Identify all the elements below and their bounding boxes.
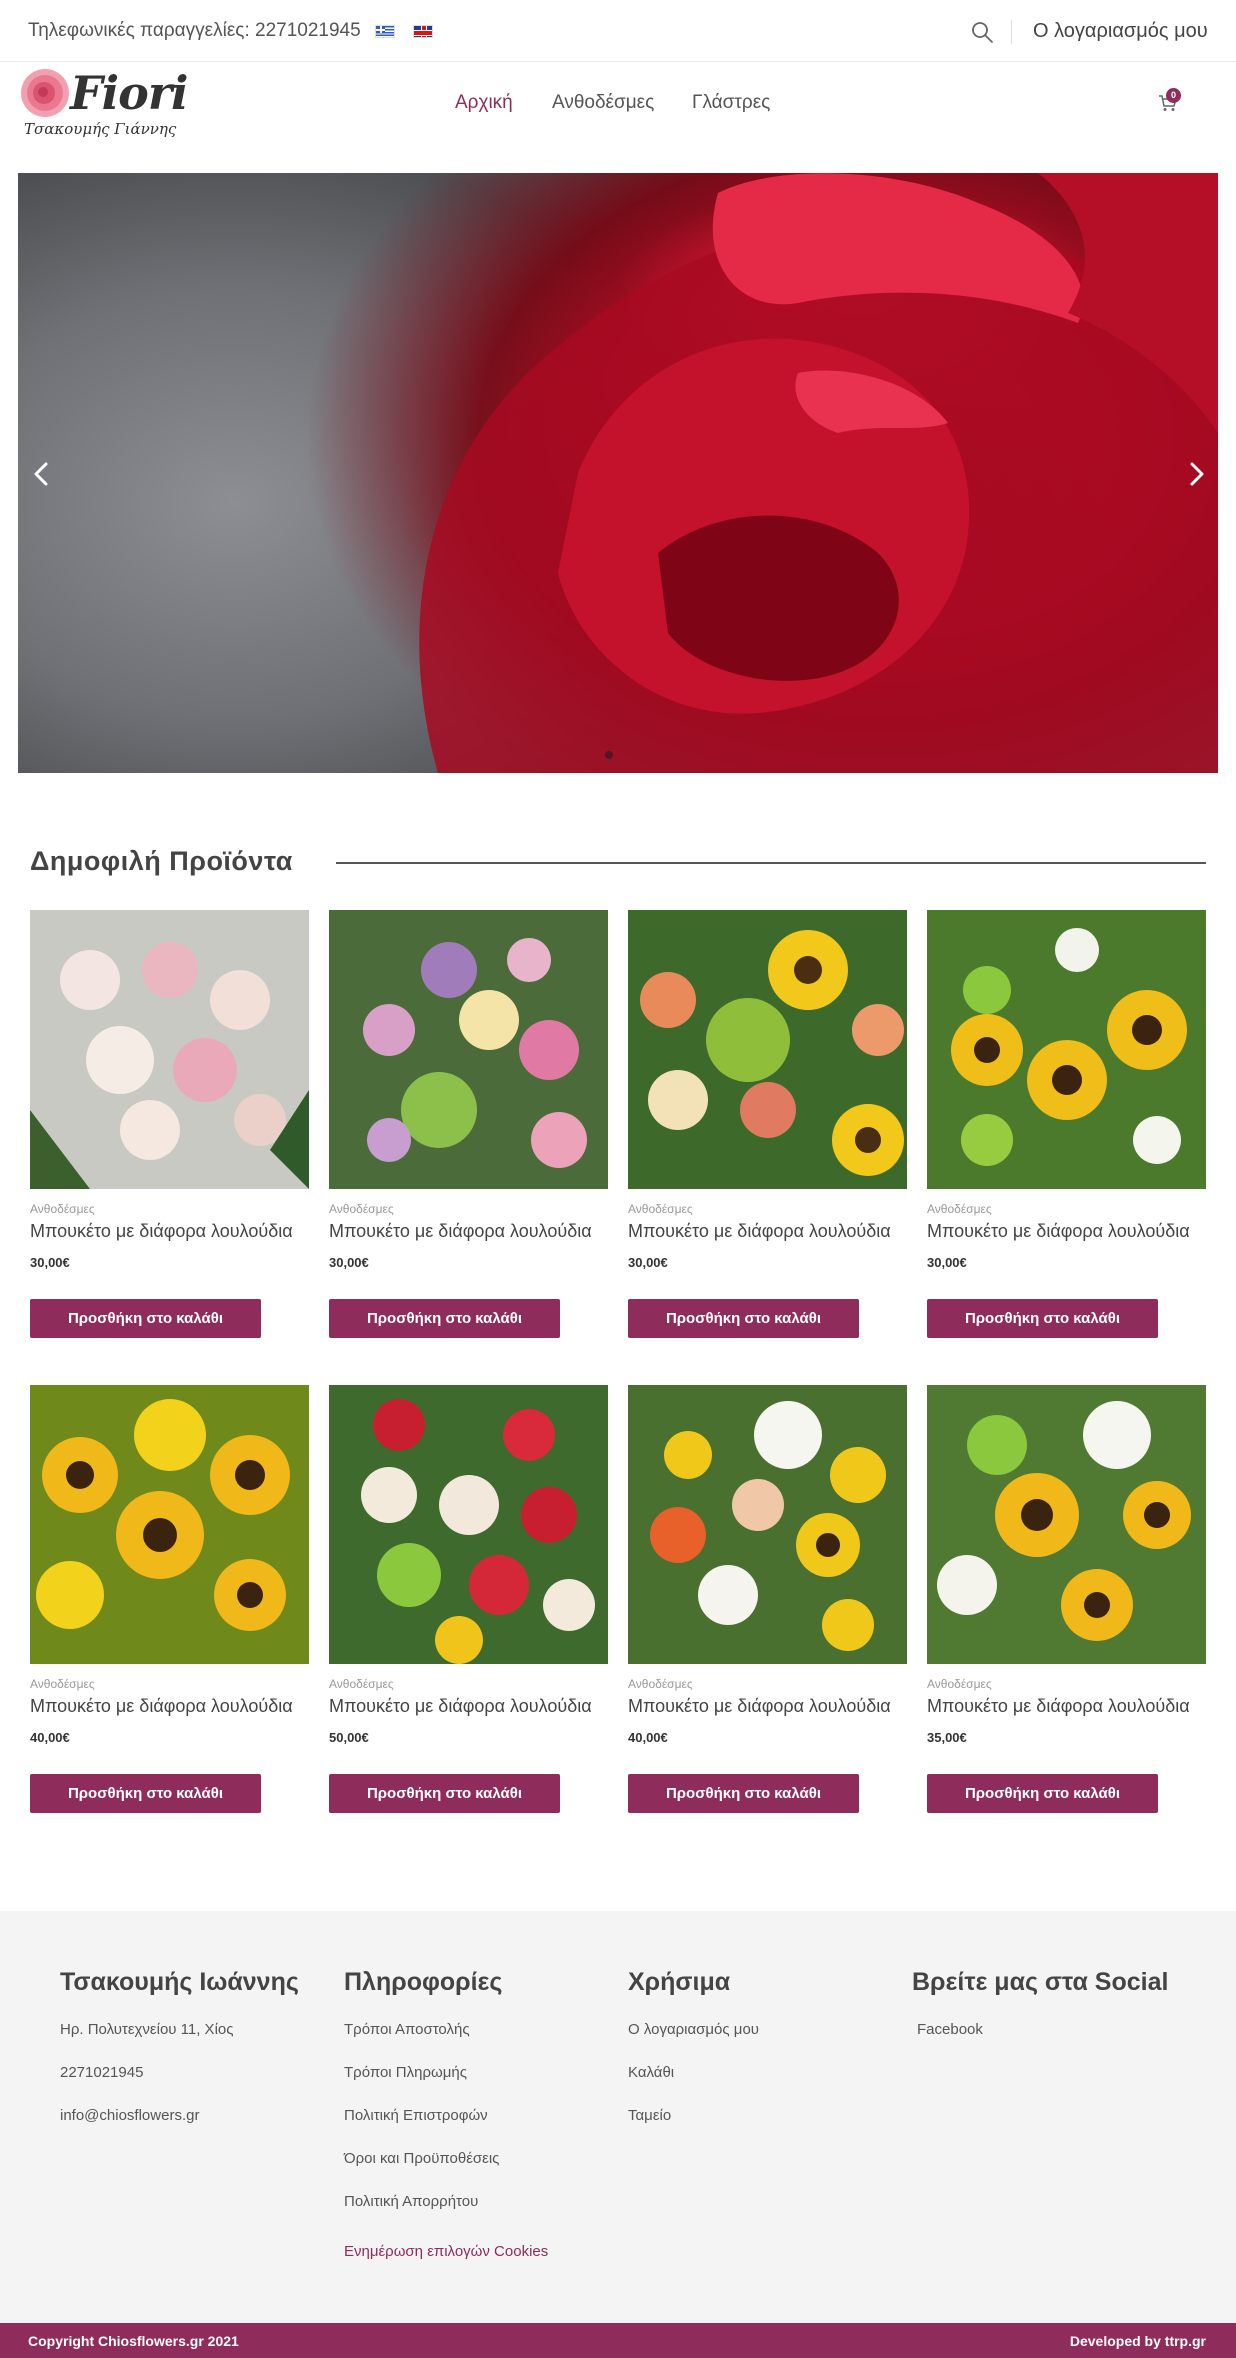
footer-contact-title: Τσακουμής Ιωάννης [60, 1968, 299, 1996]
footer-link-returns[interactable]: Πολιτική Επιστροφών [344, 2107, 548, 2150]
developer-credit[interactable]: Developed by ttrp.gr [1070, 2333, 1206, 2349]
product-card: Ανθοδέσμες Μπουκέτο με διάφορα λουλούδια… [329, 910, 608, 1370]
add-to-cart-button[interactable]: Προσθήκη στο καλάθι [329, 1299, 560, 1338]
site-logo[interactable]: Fiori Τσακουμής Γιάννης [18, 66, 189, 144]
divider [1011, 20, 1012, 44]
logo-subtitle: Τσακουμής Γιάννης [24, 120, 177, 138]
nav-item-bouquets[interactable]: Ανθοδέσμες [552, 92, 654, 114]
footer-link-payment[interactable]: Τρόποι Πληρωμής [344, 2064, 548, 2107]
cart-count-badge: 0 [1166, 88, 1181, 103]
footer-useful-column: Χρήσιμα Ο λογαριασμός μου Καλάθι Ταμείο [628, 1968, 759, 2150]
product-image[interactable] [927, 1385, 1206, 1664]
product-image[interactable] [329, 910, 608, 1189]
product-card: Ανθοδέσμες Μπουκέτο με διάφορα λουλούδια… [628, 1385, 907, 1845]
footer-contact-column: Τσακουμής Ιωάννης Ηρ. Πολυτεχνείου 11, Χ… [60, 1968, 299, 2150]
slider-dot[interactable] [605, 751, 613, 759]
footer-link-shipping[interactable]: Τρόποι Αποστολής [344, 2021, 548, 2064]
product-title[interactable]: Μπουκέτο με διάφορα λουλούδια [329, 1696, 592, 1717]
product-card: Ανθοδέσμες Μπουκέτο με διάφορα λουλούδια… [30, 910, 309, 1370]
product-title[interactable]: Μπουκέτο με διάφορα λουλούδια [329, 1221, 592, 1242]
product-image[interactable] [628, 910, 907, 1189]
add-to-cart-button[interactable]: Προσθήκη στο καλάθι [927, 1774, 1158, 1813]
bottom-bar: Copyright Chiosflowers.gr 2021 Developed… [0, 2323, 1236, 2358]
product-title[interactable]: Μπουκέτο με διάφορα λουλούδια [30, 1696, 293, 1717]
product-card: Ανθοδέσμες Μπουκέτο με διάφορα λουλούδια… [628, 910, 907, 1370]
product-card: Ανθοδέσμες Μπουκέτο με διάφορα λουλούδια… [30, 1385, 309, 1845]
add-to-cart-button[interactable]: Προσθήκη στο καλάθι [329, 1774, 560, 1813]
footer-info-column: Πληροφορίες Τρόποι Αποστολής Τρόποι Πληρ… [344, 1968, 548, 2286]
add-to-cart-button[interactable]: Προσθήκη στο καλάθι [30, 1774, 261, 1813]
product-card: Ανθοδέσμες Μπουκέτο με διάφορα λουλούδια… [329, 1385, 608, 1845]
product-price: 30,00€ [628, 1255, 668, 1270]
footer-link-cart[interactable]: Καλάθι [628, 2064, 759, 2107]
footer-address: Ηρ. Πολυτεχνείου 11, Χίος [60, 2021, 234, 2038]
footer-link-checkout[interactable]: Ταμείο [628, 2107, 759, 2150]
product-price: 40,00€ [30, 1730, 70, 1745]
nav-item-pots[interactable]: Γλάστρες [692, 92, 770, 114]
product-price: 30,00€ [927, 1255, 967, 1270]
product-image[interactable] [329, 1385, 608, 1664]
add-to-cart-button[interactable]: Προσθήκη στο καλάθι [628, 1774, 859, 1813]
product-price: 40,00€ [628, 1730, 668, 1745]
product-image[interactable] [30, 1385, 309, 1664]
footer-phone: 2271021945 [60, 2064, 144, 2081]
product-card: Ανθοδέσμες Μπουκέτο με διάφορα λουλούδια… [927, 1385, 1206, 1845]
product-title[interactable]: Μπουκέτο με διάφορα λουλούδια [927, 1696, 1190, 1717]
footer-social-column: Βρείτε μας στα Social Facebook [912, 1968, 1168, 2064]
logo-name: Fiori [70, 66, 189, 120]
rose-logo-icon [21, 69, 69, 117]
top-bar: Τηλεφωνικές παραγγελίες: 2271021945 Ο λο… [0, 0, 1236, 62]
footer-info-title: Πληροφορίες [344, 1968, 503, 1996]
product-category[interactable]: Ανθοδέσμες [30, 1202, 95, 1216]
product-price: 30,00€ [329, 1255, 369, 1270]
product-title[interactable]: Μπουκέτο με διάφορα λουλούδια [30, 1221, 293, 1242]
product-card: Ανθοδέσμες Μπουκέτο με διάφορα λουλούδια… [927, 910, 1206, 1370]
footer-useful-title: Χρήσιμα [628, 1968, 731, 1996]
rose-image [419, 173, 1218, 773]
product-category[interactable]: Ανθοδέσμες [30, 1677, 95, 1691]
footer-social-title: Βρείτε μας στα Social [912, 1968, 1169, 1996]
product-title[interactable]: Μπουκέτο με διάφορα λουλούδια [628, 1221, 891, 1242]
copyright-text: Copyright Chiosflowers.gr 2021 [28, 2333, 239, 2349]
title-underline [336, 862, 1206, 864]
slider-next-arrow-icon[interactable] [1186, 456, 1208, 492]
product-title[interactable]: Μπουκέτο με διάφορα λουλούδια [927, 1221, 1190, 1242]
search-icon[interactable] [970, 20, 994, 44]
phone-orders-text: Τηλεφωνικές παραγγελίες: 2271021945 [28, 20, 361, 41]
product-category[interactable]: Ανθοδέσμες [628, 1202, 693, 1216]
footer: Τσακουμής Ιωάννης Ηρ. Πολυτεχνείου 11, Χ… [0, 1911, 1236, 2323]
hero-slider [18, 173, 1218, 773]
product-price: 50,00€ [329, 1730, 369, 1745]
add-to-cart-button[interactable]: Προσθήκη στο καλάθι [927, 1299, 1158, 1338]
footer-link-privacy[interactable]: Πολιτική Απορρήτου [344, 2193, 548, 2236]
footer-link-facebook[interactable]: Facebook [912, 2021, 1168, 2064]
footer-link-terms[interactable]: Όροι και Προϋποθέσεις [344, 2150, 548, 2193]
product-price: 35,00€ [927, 1730, 967, 1745]
product-image[interactable] [927, 910, 1206, 1189]
my-account-link[interactable]: Ο λογαριασμός μου [1033, 20, 1208, 43]
product-category[interactable]: Ανθοδέσμες [628, 1677, 693, 1691]
product-price: 30,00€ [30, 1255, 70, 1270]
product-category[interactable]: Ανθοδέσμες [927, 1677, 992, 1691]
cookie-preferences-link[interactable]: Ενημέρωση επιλογών Cookies [344, 2243, 548, 2286]
english-flag-icon[interactable] [413, 25, 433, 38]
greek-flag-icon[interactable] [375, 25, 395, 38]
product-image[interactable] [30, 910, 309, 1189]
product-category[interactable]: Ανθοδέσμες [329, 1677, 394, 1691]
add-to-cart-button[interactable]: Προσθήκη στο καλάθι [30, 1299, 261, 1338]
nav-item-home[interactable]: Αρχική [455, 92, 513, 114]
product-category[interactable]: Ανθοδέσμες [329, 1202, 394, 1216]
product-image[interactable] [628, 1385, 907, 1664]
add-to-cart-button[interactable]: Προσθήκη στο καλάθι [628, 1299, 859, 1338]
product-category[interactable]: Ανθοδέσμες [927, 1202, 992, 1216]
footer-email: info@chiosflowers.gr [60, 2107, 200, 2124]
slider-prev-arrow-icon[interactable] [30, 456, 52, 492]
popular-products-title: Δημοφιλή Προϊόντα [30, 846, 293, 876]
footer-link-account[interactable]: Ο λογαριασμός μου [628, 2021, 759, 2064]
product-title[interactable]: Μπουκέτο με διάφορα λουλούδια [628, 1696, 891, 1717]
